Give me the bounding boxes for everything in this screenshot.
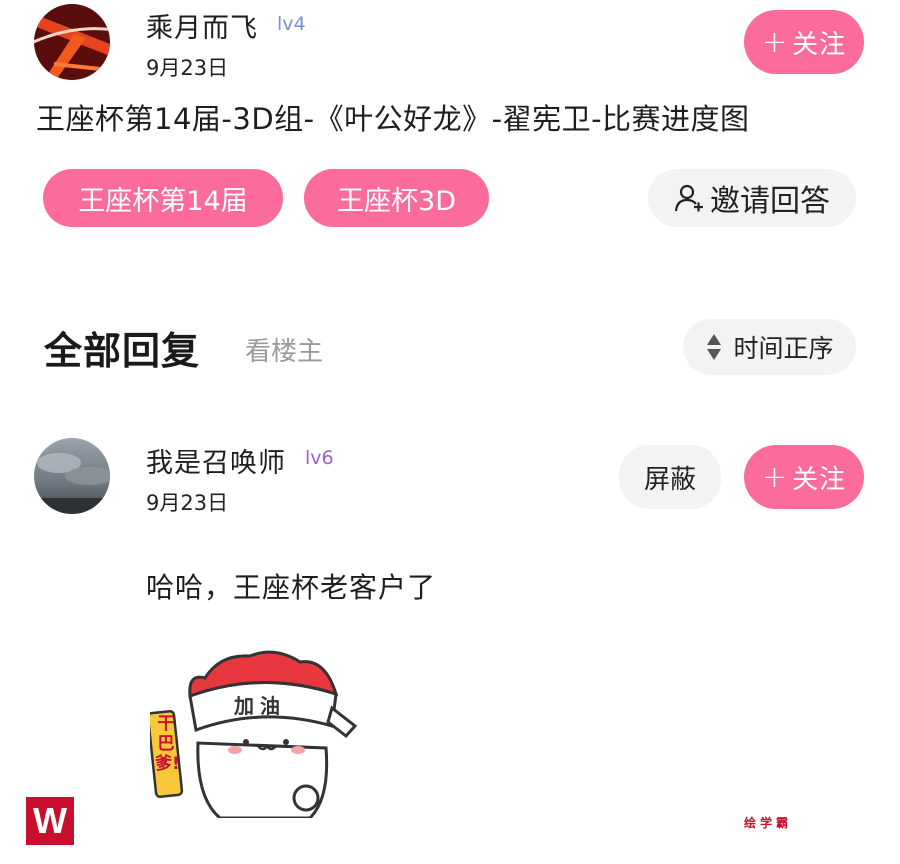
post-author-name[interactable]: 乘月而飞 [146,6,258,45]
sort-updown-icon [705,332,723,362]
reply-follow-button[interactable]: + 关注 [744,445,864,509]
plus-icon: + [761,24,789,60]
brand-logo-letter: W [33,800,67,841]
invite-answer-button[interactable]: 邀请回答 [648,169,856,227]
only-author-filter[interactable]: 看楼主 [245,331,323,368]
plus-icon: + [761,459,789,495]
user-plus-icon [674,183,704,213]
sort-order-button[interactable]: 时间正序 [683,319,856,375]
brand-watermark-text: 绘学霸 [744,816,793,830]
reply-author-level-badge: lv6 [305,447,334,469]
tag-wangzuobei-3d[interactable]: 王座杯3D [304,169,489,227]
block-button[interactable]: 屏蔽 [619,445,721,509]
brand-logo: W [26,797,74,845]
sticker-side-text: 干巴爹! [155,714,180,774]
post-follow-button[interactable]: + 关注 [744,10,864,74]
tag-wangzuobei-14[interactable]: 王座杯第14届 [43,169,283,227]
post-date: 9月23日 [146,56,229,80]
cheer-sticker: 加油 干巴爹! [146,648,360,820]
all-replies-title: 全部回复 [44,329,201,373]
sticker-hat-text: 加油 [234,694,286,718]
post-title: 王座杯第14届-3D组-《叶公好龙》-翟宪卫-比赛进度图 [36,102,750,136]
post-author-avatar[interactable] [34,4,110,80]
follow-label: 关注 [792,29,847,60]
post-author-level-badge: lv4 [277,13,306,35]
follow-label: 关注 [792,464,847,495]
reply-author-avatar[interactable] [34,438,110,514]
sort-order-label: 时间正序 [733,334,834,363]
reply-text: 哈哈，王座杯老客户了 [146,571,437,604]
invite-answer-label: 邀请回答 [710,184,830,219]
reply-author-name[interactable]: 我是召唤师 [146,441,286,480]
reply-date: 9月23日 [146,491,229,515]
